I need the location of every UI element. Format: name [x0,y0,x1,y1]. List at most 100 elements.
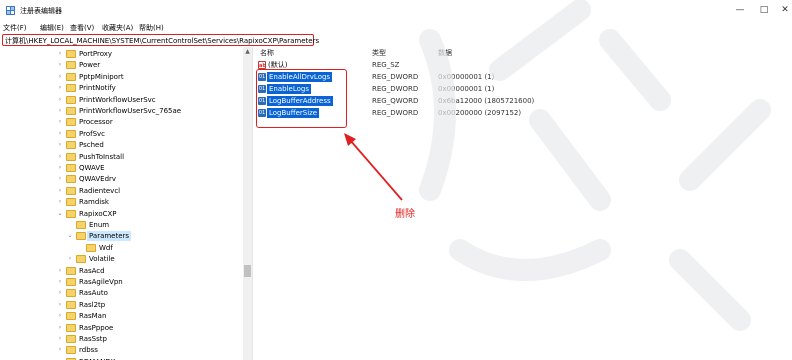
chevron-right-icon[interactable]: › [56,300,64,310]
folder-icon [66,61,76,70]
tree-item-label: RasSstp [79,335,107,343]
tree-item-label: Radientevcl [79,186,121,195]
folder-icon [66,186,76,195]
folder-icon [66,152,76,161]
annotation-arrow-icon [344,133,403,201]
chevron-right-icon[interactable]: › [56,334,64,344]
chevron-right-icon[interactable]: › [56,163,64,173]
tree-item-label: PushToInstall [79,152,125,161]
menu-view[interactable]: 查看(V) [70,23,94,33]
chevron-down-icon[interactable]: ⌄ [66,231,74,241]
folder-icon [76,232,86,241]
folder-icon [86,243,96,252]
minimize-button[interactable]: — [733,4,747,16]
string-value-icon: ab [258,61,266,69]
close-button[interactable]: ✕ [778,4,792,16]
folder-icon [66,118,76,127]
chevron-right-icon[interactable]: › [56,83,64,93]
chevron-right-icon[interactable]: › [56,129,64,139]
chevron-right-icon[interactable]: › [56,277,64,287]
value-type: REG_DWORD [372,109,419,117]
tree-item-label: QWAVEdrv [79,175,117,184]
tree-item-label: RapixoCXP [79,209,117,218]
folder-icon [66,346,76,355]
window-title: 注册表编辑器 [20,7,62,15]
address-path: 计算机\HKEY_LOCAL_MACHINE\SYSTEM\CurrentCon… [5,37,320,45]
folder-icon [66,266,76,275]
folder-icon [66,164,76,172]
tree-item-label: Ramdisk [79,198,109,207]
chevron-right-icon[interactable]: › [56,266,64,276]
tree-item-label: Power [79,61,101,70]
chevron-right-icon[interactable]: › [56,106,64,116]
tree-item-label: PrintWorkflowUserSvc_765ae [79,107,182,115]
folder-icon [66,209,76,218]
chevron-right-icon[interactable]: › [56,311,64,321]
value-data: 0x00000001 (1) [438,73,495,81]
value-type: REG_DWORD [372,73,419,81]
tree-item-label: Rasl2tp [79,300,106,309]
annotation-delete-label: 删除 [395,209,415,220]
tree-item-label: QWAVE [79,164,105,172]
value-type: REG_QWORD [372,97,419,105]
scroll-thumb[interactable] [244,265,251,277]
folder-icon [76,221,86,229]
value-data: 0x00000001 (1) [438,85,495,93]
folder-icon [66,72,76,81]
tree-item-label: RasMan [79,312,107,321]
chevron-right-icon[interactable]: › [56,197,64,207]
folder-icon [76,255,86,264]
folder-icon [66,335,76,343]
column-header-data[interactable]: 数据 [438,48,452,58]
folder-icon [66,198,76,207]
chevron-right-icon[interactable]: › [66,254,74,264]
tree-item-label: Wdf [99,243,113,252]
chevron-right-icon[interactable]: › [56,60,64,70]
menu-file[interactable]: 文件(F) [3,23,27,33]
folder-icon [66,129,76,138]
folder-icon [66,50,76,58]
value-type: REG_DWORD [372,85,419,93]
folder-icon [66,278,76,286]
chevron-right-icon[interactable]: › [56,72,64,82]
folder-icon [66,84,76,93]
tree-item-label: PrintNotify [79,84,116,93]
pane-splitter[interactable] [252,47,255,360]
folder-icon [66,312,76,321]
chevron-right-icon[interactable]: › [56,288,64,298]
tree-item-label: PptpMiniport [79,72,124,81]
folder-icon [66,323,76,332]
tree-item-label: RasAcd [79,266,105,275]
key-tree-pane[interactable]: › PortProxy › Power › PptpMiniport › PrintNotif… [0,47,252,360]
chevron-right-icon[interactable]: › [56,186,64,196]
regedit-app-icon [6,6,15,15]
scroll-up-arrow-icon[interactable]: ▲ [243,47,252,56]
menu-bar: 文件(F) 编辑(E) 查看(V) 收藏夹(A) 帮助(H) [0,22,792,33]
value-data: 0x6ba12000 (1805721600) [438,97,535,105]
address-bar[interactable]: 计算机\HKEY_LOCAL_MACHINE\SYSTEM\CurrentCon… [2,34,319,46]
menu-help[interactable]: 帮助(H) [139,23,164,33]
tree-item-label: RasPppoe [79,323,114,332]
menu-edit[interactable]: 编辑(E) [40,23,64,33]
chevron-right-icon[interactable]: › [56,323,64,333]
chevron-down-icon[interactable]: ⌄ [56,209,64,219]
column-header-type[interactable]: 类型 [372,48,386,58]
column-header-name[interactable]: 名称 [260,48,274,58]
value-type: REG_SZ [372,61,400,69]
folder-icon [66,300,76,309]
chevron-right-icon[interactable]: › [56,140,64,150]
tree-item-label: Enum [89,221,110,229]
tree-item-label: Psched [79,141,104,150]
folder-icon [66,141,76,150]
chevron-right-icon[interactable]: › [56,117,64,127]
chevron-right-icon[interactable]: › [56,95,64,105]
chevron-right-icon[interactable]: › [56,174,64,184]
maximize-button[interactable]: □ [757,4,771,16]
folder-icon [66,175,76,184]
chevron-right-icon[interactable]: › [56,345,64,355]
menu-favorites[interactable]: 收藏夹(A) [102,23,133,33]
tree-item-label: Volatile [89,255,115,264]
tree-scrollbar[interactable]: ▲ [243,47,252,360]
chevron-right-icon[interactable]: › [56,49,64,59]
chevron-right-icon[interactable]: › [56,152,64,162]
